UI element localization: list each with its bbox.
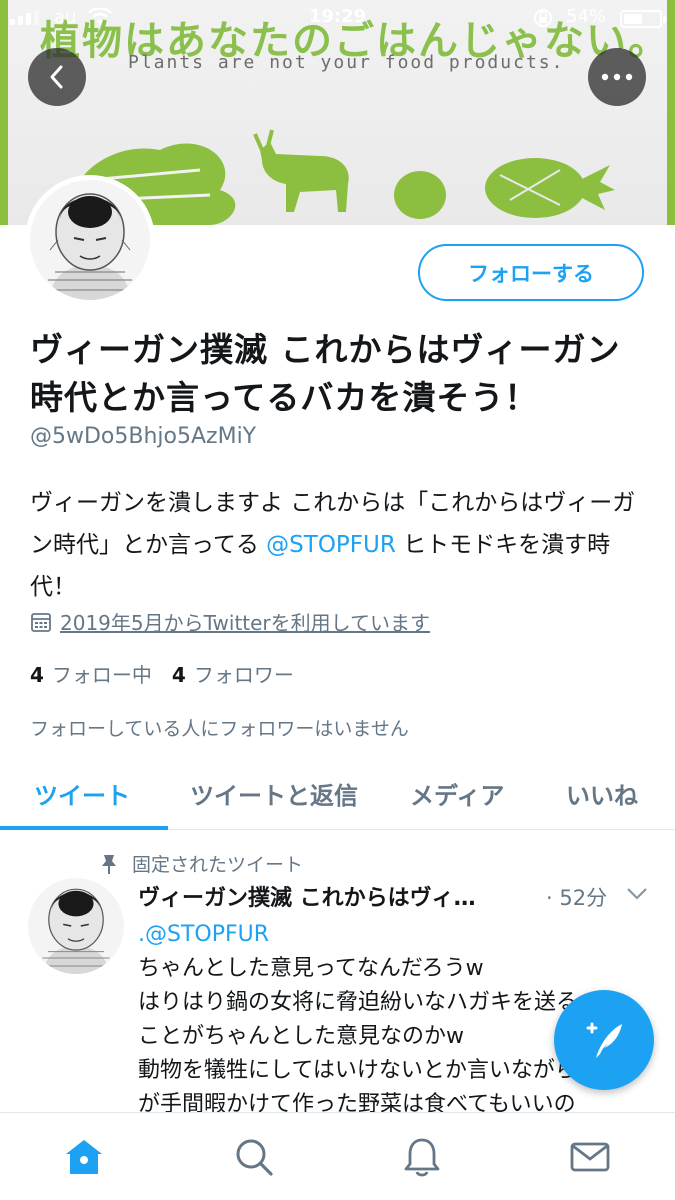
home-icon [66, 1140, 102, 1174]
profile-avatar[interactable] [25, 175, 155, 305]
tweet-author-avatar[interactable] [28, 878, 124, 974]
tab-media[interactable]: メディア [410, 776, 504, 811]
status-bar: au 19:29 54% [0, 0, 675, 36]
following-count: 4 [30, 663, 44, 687]
battery-percent: 54% [566, 6, 607, 27]
profile-tabs: ツイート ツイートと返信 メディア いいね [0, 760, 675, 830]
battery-icon [620, 10, 666, 28]
avatar-image [28, 878, 124, 974]
back-button[interactable] [28, 48, 86, 106]
following-link[interactable]: 4 フォロー中 [30, 659, 152, 688]
compose-feather-icon [586, 1022, 622, 1058]
joined-date: 2019年5月からTwitterを利用しています [30, 607, 430, 636]
follow-button[interactable]: フォローする [418, 244, 644, 301]
following-label: フォロー中 [51, 663, 152, 687]
calendar-icon [31, 612, 51, 632]
tab-tweets-and-replies[interactable]: ツイートと返信 [190, 776, 358, 811]
nav-messages[interactable] [568, 1135, 612, 1179]
profile-handle: @5wDo5Bhjo5AzMiY [30, 424, 257, 449]
tab-likes[interactable]: いいね [566, 776, 638, 811]
tweet-menu-button[interactable] [626, 886, 648, 905]
active-tab-indicator [0, 826, 168, 830]
compose-tweet-button[interactable] [554, 990, 654, 1090]
orientation-lock-icon [532, 7, 554, 34]
nav-notifications[interactable] [400, 1135, 444, 1179]
followed-by-note: フォローしている人にフォロワーはいません [30, 718, 409, 740]
followers-label: フォロワー [193, 663, 294, 687]
joined-text[interactable]: 2019年5月からTwitterを利用しています [60, 607, 430, 636]
more-dots-icon [601, 73, 633, 81]
pin-icon [102, 854, 116, 874]
back-arrow-icon [50, 65, 63, 89]
notifications-icon [404, 1138, 440, 1177]
nav-search[interactable] [232, 1135, 276, 1179]
avatar-image [30, 180, 150, 300]
banner-subtitle: Plants are not your food products. [128, 52, 565, 73]
tweet-text-line: ちゃんとした意見ってなんだろうw [138, 956, 484, 981]
search-icon [236, 1139, 273, 1176]
followers-count: 4 [171, 663, 186, 687]
chevron-down-icon [627, 888, 647, 900]
more-options-button[interactable] [588, 48, 646, 106]
profile-bio: ヴィーガンを潰しますよ これからは「これからはヴィーガン時代」とか言ってる @S… [30, 482, 650, 608]
tweet-author-name[interactable]: ヴィーガン撲滅 これからはヴィ… [138, 880, 528, 912]
pinned-label-text: 固定されたツイート [132, 854, 304, 876]
bottom-navigation [0, 1112, 675, 1200]
tweet-mention[interactable]: .@STOPFUR [138, 918, 658, 952]
tweet-timestamp: · 52分 [546, 886, 608, 910]
follow-counts: 4 フォロー中 4 フォロワー [30, 659, 294, 688]
nav-home[interactable] [62, 1135, 106, 1179]
messages-icon [570, 1142, 610, 1172]
profile-display-name: ヴィーガン撲滅 これからはヴィーガン時代とか言ってるバカを潰そう！ [30, 330, 621, 417]
tab-tweets[interactable]: ツイート [34, 776, 130, 811]
followers-link[interactable]: 4 フォロワー [172, 659, 294, 688]
bio-mention-link[interactable]: @STOPFUR [266, 532, 396, 558]
pinned-tweet-label: 固定されたツイート [100, 850, 303, 877]
